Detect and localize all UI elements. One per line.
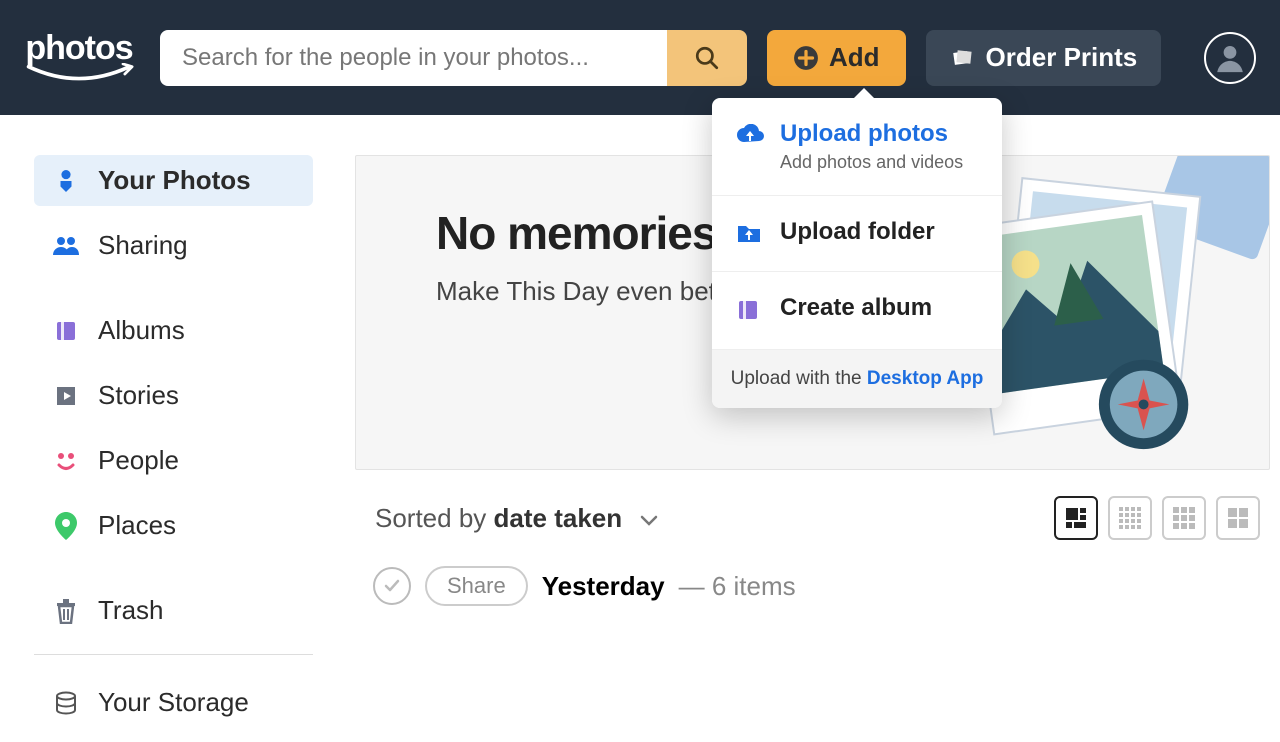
plus-circle-icon [793,45,819,71]
sidebar-item-label: Places [98,510,176,541]
sidebar-item-people[interactable]: People [34,435,313,486]
order-prints-label: Order Prints [986,42,1138,73]
sort-prefix: Sorted by [375,503,494,533]
logo[interactable]: photos [24,31,134,85]
logo-swoosh-icon [24,63,134,85]
person-pin-icon [52,167,80,195]
app-header: photos Add Order Prints [0,0,1280,115]
cloud-upload-icon [736,124,764,151]
order-prints-button[interactable]: Order Prints [926,30,1162,86]
dropdown-create-album[interactable]: Create album [712,272,1002,350]
profile-avatar[interactable] [1204,32,1256,84]
share-label: Share [447,573,506,598]
search-bar [160,30,747,86]
sidebar-item-label: Stories [98,380,179,411]
person-icon [1213,41,1247,75]
dropdown-item-title: Create album [780,294,932,322]
sidebar-divider [34,654,313,655]
add-dropdown: Upload photos Add photos and videos Uplo… [712,98,1002,408]
sidebar-item-your-photos[interactable]: Your Photos [34,155,313,206]
search-icon [694,45,720,71]
dropdown-upload-photos[interactable]: Upload photos Add photos and videos [712,98,1002,196]
sidebar-item-label: Your Storage [98,687,249,718]
check-icon [382,576,402,596]
view-mode-grid[interactable] [1162,496,1206,540]
sidebar-item-label: Your Photos [98,165,251,196]
sidebar-item-storage[interactable]: Your Storage [34,677,313,728]
masonry-grid-icon [1064,506,1088,530]
sidebar: Your Photos Sharing Albums Stories Peopl… [0,115,333,742]
view-mode-masonry[interactable] [1054,496,1098,540]
sidebar-item-label: Albums [98,315,185,346]
dropdown-item-subtitle: Add photos and videos [780,152,963,173]
dense-grid-icon [1118,506,1142,530]
view-mode-dense-grid[interactable] [1108,496,1152,540]
location-pin-icon [52,512,80,540]
sidebar-item-label: Sharing [98,230,188,261]
dropdown-footer-text: Upload with the [731,368,867,389]
prints-icon [950,46,974,70]
add-button[interactable]: Add [767,30,906,86]
storage-icon [52,689,80,717]
sidebar-item-trash[interactable]: Trash [34,585,313,636]
sidebar-item-albums[interactable]: Albums [34,305,313,356]
add-button-label: Add [829,42,880,73]
album-icon [736,298,764,327]
chevron-down-icon [639,513,659,527]
dropdown-item-title: Upload folder [780,218,935,246]
select-group-checkbox[interactable] [373,567,411,605]
sidebar-item-places[interactable]: Places [34,500,313,551]
view-mode-large-grid[interactable] [1216,496,1260,540]
view-mode-group [1054,496,1260,540]
people-icon [52,232,80,260]
large-grid-icon [1226,506,1250,530]
sort-key: date taken [494,503,623,533]
share-button[interactable]: Share [425,566,528,606]
grid-icon [1172,506,1196,530]
trash-icon [52,597,80,625]
group-meta: — 6 items [679,571,796,602]
logo-text: photos [25,31,132,65]
sidebar-item-label: Trash [98,595,164,626]
sort-control[interactable]: Sorted by date taken [375,503,659,534]
dropdown-footer: Upload with the Desktop App [712,350,1002,408]
photo-group-header: Share Yesterday — 6 items [355,540,1280,606]
dropdown-upload-folder[interactable]: Upload folder [712,196,1002,272]
face-icon [52,447,80,475]
sort-toolbar: Sorted by date taken [355,470,1280,540]
album-icon [52,317,80,345]
sidebar-item-label: People [98,445,179,476]
play-square-icon [52,382,80,410]
sidebar-item-stories[interactable]: Stories [34,370,313,421]
folder-upload-icon [736,222,764,249]
search-input[interactable] [160,30,667,86]
sidebar-item-sharing[interactable]: Sharing [34,220,313,271]
search-button[interactable] [667,30,747,86]
group-title: Yesterday [542,571,665,602]
dropdown-item-title: Upload photos [780,120,963,148]
desktop-app-link[interactable]: Desktop App [867,368,983,389]
